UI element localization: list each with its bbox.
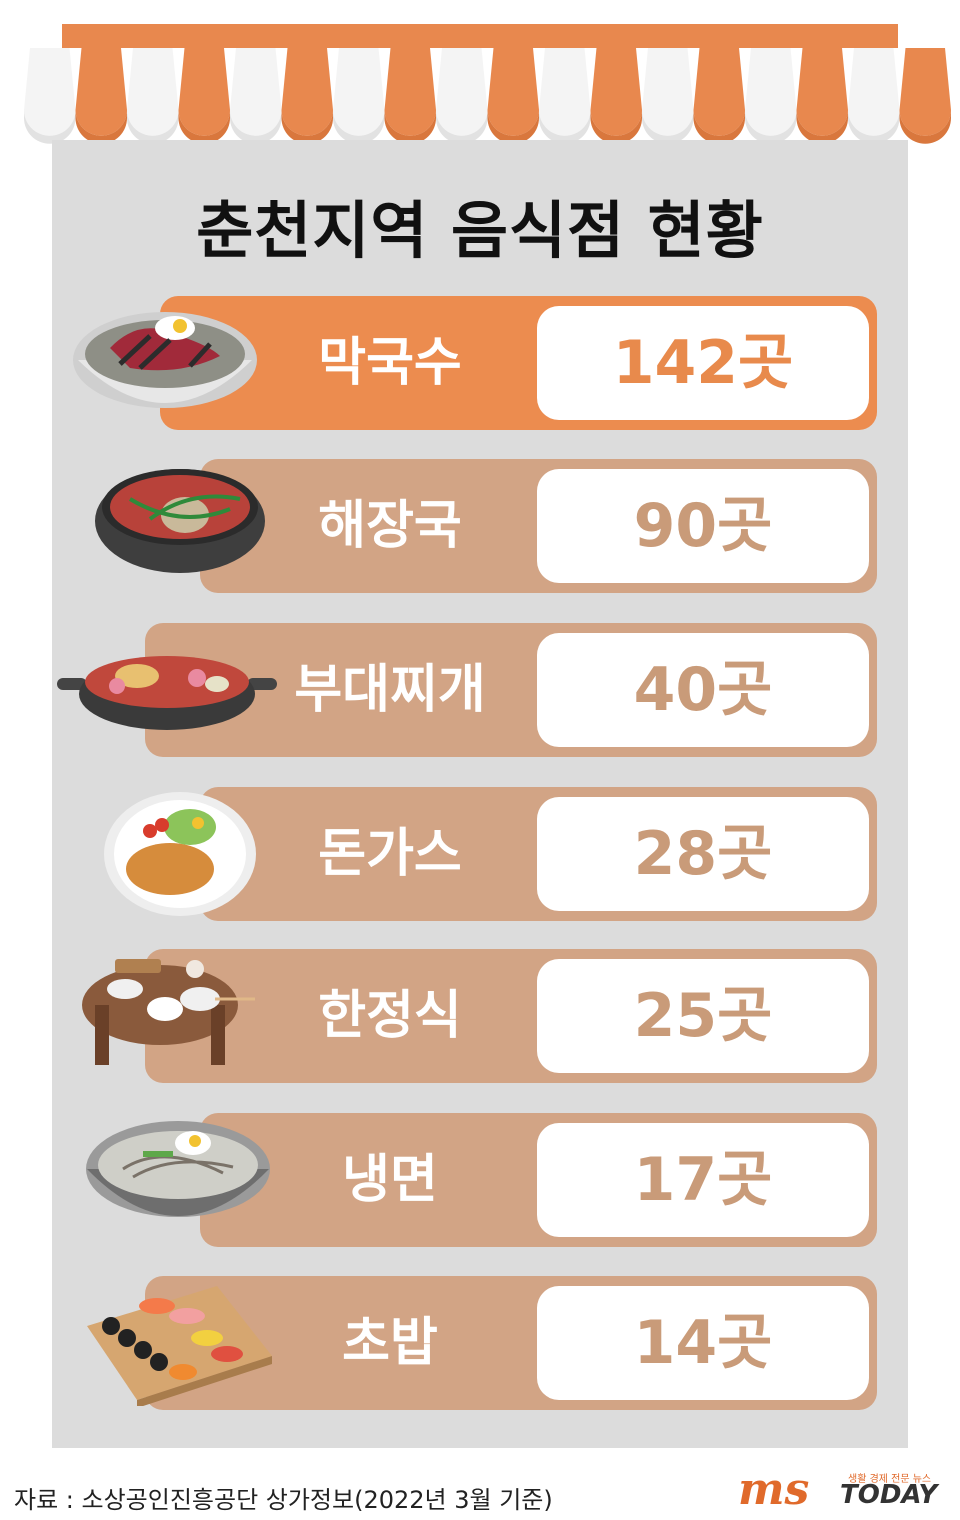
value-label: 142곳 — [537, 306, 869, 420]
value-label: 40곳 — [537, 633, 869, 747]
source-footnote: 자료 : 소상공인진흥공단 상가정보(2022년 3월 기준) — [14, 1486, 553, 1514]
chart-row: 초밥 14곳 — [0, 1276, 960, 1410]
category-label: 막국수 — [318, 333, 462, 393]
chart-row: 막국수 142곳 — [0, 296, 960, 430]
chart-row: 냉면 17곳 — [0, 1113, 960, 1247]
value-label: 28곳 — [537, 797, 869, 911]
category-label: 돈가스 — [318, 824, 462, 884]
chart-row: 한정식 25곳 — [0, 949, 960, 1083]
chart-row: 해장국 90곳 — [0, 459, 960, 593]
value-label: 25곳 — [537, 959, 869, 1073]
awning-decoration — [24, 24, 951, 144]
category-label: 한정식 — [318, 986, 462, 1046]
category-label: 냉면 — [342, 1150, 438, 1210]
logo-ms: ms — [738, 1464, 810, 1515]
chart-row: 돈가스 28곳 — [0, 787, 960, 921]
value-label: 14곳 — [537, 1286, 869, 1400]
category-label: 부대찌개 — [294, 660, 486, 720]
category-label: 해장국 — [318, 496, 462, 556]
value-label: 17곳 — [537, 1123, 869, 1237]
page-title: 춘천지역 음식점 현황 — [196, 194, 764, 267]
mstoday-logo: ms 생활 경제 전문 뉴스 TODAY — [738, 1464, 948, 1515]
logo-today: TODAY — [840, 1480, 938, 1510]
chart-row: 부대찌개 40곳 — [0, 623, 960, 757]
category-label: 초밥 — [342, 1313, 438, 1373]
value-label: 90곳 — [537, 469, 869, 583]
